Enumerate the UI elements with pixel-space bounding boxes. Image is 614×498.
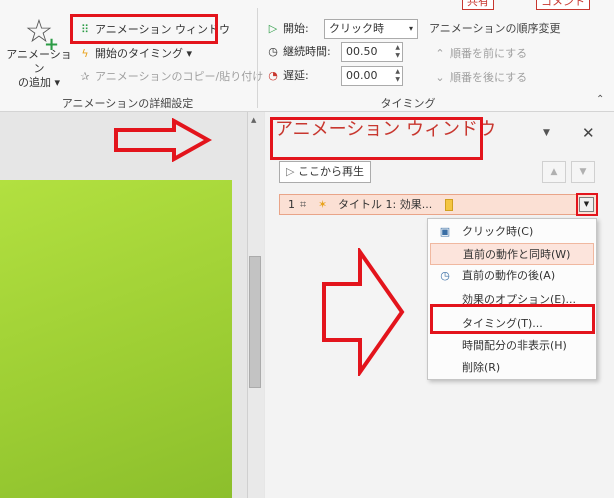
move-up-button[interactable]: ▲ xyxy=(542,161,566,183)
duration-field[interactable]: 00.50 ▲ ▼ xyxy=(341,42,403,62)
annotation-arrow-large xyxy=(322,248,405,376)
group-label-advanced: アニメーションの詳細設定 xyxy=(61,97,194,110)
ribbon: 共有 コメント ☆ + アニメーション の追加 ▾ ⠿ アニメーション ウィンドウ … xyxy=(0,0,614,112)
play-icon: ▷ xyxy=(286,165,295,178)
clock-icon: ◷ xyxy=(440,269,450,282)
timing-bar xyxy=(445,199,453,211)
delay-label: 遅延: xyxy=(283,69,309,82)
share-button[interactable]: 共有 xyxy=(462,0,494,10)
item-name: タイトル 1: 効果... xyxy=(338,198,433,211)
clock-icon: ◷ xyxy=(268,45,278,58)
menu-item-label: 削除(R) xyxy=(462,361,501,374)
animation-list-item[interactable]: 1 ⌗ ✶ タイトル 1: 効果... ▼ xyxy=(279,194,597,215)
move-down-button[interactable]: ▼ xyxy=(571,161,595,183)
slide-canvas[interactable] xyxy=(0,180,232,498)
start-label: 開始: xyxy=(283,22,309,35)
pane-options-chevron-icon[interactable]: ▼ xyxy=(543,128,550,138)
move-later-button[interactable]: ⌄ 順番を後にする xyxy=(433,69,527,87)
scroll-up-icon[interactable]: ▲ xyxy=(251,116,256,124)
collapse-ribbon-icon[interactable]: ⌃ xyxy=(596,94,604,105)
add-animation-button[interactable]: ☆ + アニメーション の追加 ▾ xyxy=(4,14,74,90)
menu-item-remove[interactable]: 削除(R) xyxy=(430,357,594,379)
duration-value: 00.50 xyxy=(346,45,378,58)
menu-item-label: 直前の動作と同時(W) xyxy=(463,248,571,261)
chevron-down-icon: ▾ xyxy=(408,24,413,33)
menu-item-label: 直前の動作の後(A) xyxy=(462,269,556,282)
delay-value: 00.00 xyxy=(346,69,378,82)
add-animation-label-line2: の追加 xyxy=(17,76,51,89)
move-earlier-button[interactable]: ⌃ 順番を前にする xyxy=(433,45,527,63)
comments-button[interactable]: コメント xyxy=(536,0,590,10)
animation-painter-button[interactable]: ✰ アニメーションのコピー/貼り付け xyxy=(78,68,263,86)
animation-painter-label: アニメーションのコピー/貼り付け xyxy=(95,70,264,83)
move-later-label: 順番を後にする xyxy=(450,71,528,84)
trigger-label: 開始のタイミング xyxy=(95,47,183,60)
start-select[interactable]: クリック時 ▾ xyxy=(324,19,418,39)
lightning-icon: ϟ xyxy=(81,47,89,60)
play-from-label: ここから再生 xyxy=(297,165,364,178)
item-number: 1 xyxy=(288,198,295,211)
play-icon: ▷ xyxy=(268,22,278,35)
menu-item-on-click[interactable]: ▣ クリック時(C) xyxy=(430,221,594,243)
annotation-arrow-right xyxy=(114,118,212,162)
menu-item-after-previous[interactable]: ◷ 直前の動作の後(A) xyxy=(430,265,594,287)
ribbon-separator xyxy=(257,8,258,108)
annotation-red-box-timing xyxy=(430,304,595,334)
triangle-up-icon: ▲ xyxy=(550,167,558,177)
play-from-button[interactable]: ▷ ここから再生 xyxy=(279,161,371,183)
effect-icon: ✶ xyxy=(318,198,328,211)
chevron-up-icon: ⌃ xyxy=(435,47,445,60)
delay-field[interactable]: 00.00 ▲ ▼ xyxy=(341,66,403,86)
trigger-button[interactable]: ϟ 開始のタイミング ▾ xyxy=(78,45,192,63)
annotation-red-box-dropdown xyxy=(576,193,598,216)
star-add-icon: ☆ + xyxy=(24,12,60,55)
scrollbar-thumb[interactable] xyxy=(249,256,261,388)
add-animation-label-line1: アニメーション xyxy=(6,48,72,75)
reorder-label: アニメーションの順序変更 xyxy=(429,22,561,35)
annotation-red-box-ribbon xyxy=(70,14,218,44)
menu-item-label: 時間配分の非表示(H) xyxy=(462,339,567,352)
annotation-red-box-pane-title xyxy=(270,117,483,160)
context-menu: ▣ クリック時(C) 直前の動作と同時(W) ◷ 直前の動作の後(A) 効果のオプシ… xyxy=(427,218,597,380)
duration-label: 継続時間: xyxy=(283,45,331,58)
spinner-icon[interactable]: ▲ ▼ xyxy=(395,68,400,84)
spinner-icon[interactable]: ▲ ▼ xyxy=(395,44,400,60)
menu-item-with-previous[interactable]: 直前の動作と同時(W) xyxy=(430,243,594,265)
close-icon[interactable]: ✕ xyxy=(582,124,595,142)
delay-clock-icon: ◔ xyxy=(268,69,278,82)
menu-item-label: クリック時(C) xyxy=(462,225,534,238)
menu-item-hide-timeline[interactable]: 時間配分の非表示(H) xyxy=(430,335,594,357)
group-label-timing: タイミング xyxy=(380,97,436,110)
triangle-down-icon: ▼ xyxy=(579,167,587,177)
painter-icon: ✰ xyxy=(80,70,90,83)
mouse-icon: ▣ xyxy=(439,225,451,238)
mouse-icon: ⌗ xyxy=(300,198,307,211)
start-value: クリック時 xyxy=(329,22,384,35)
chevron-down-icon: ⌄ xyxy=(435,71,445,84)
move-earlier-label: 順番を前にする xyxy=(450,47,528,60)
